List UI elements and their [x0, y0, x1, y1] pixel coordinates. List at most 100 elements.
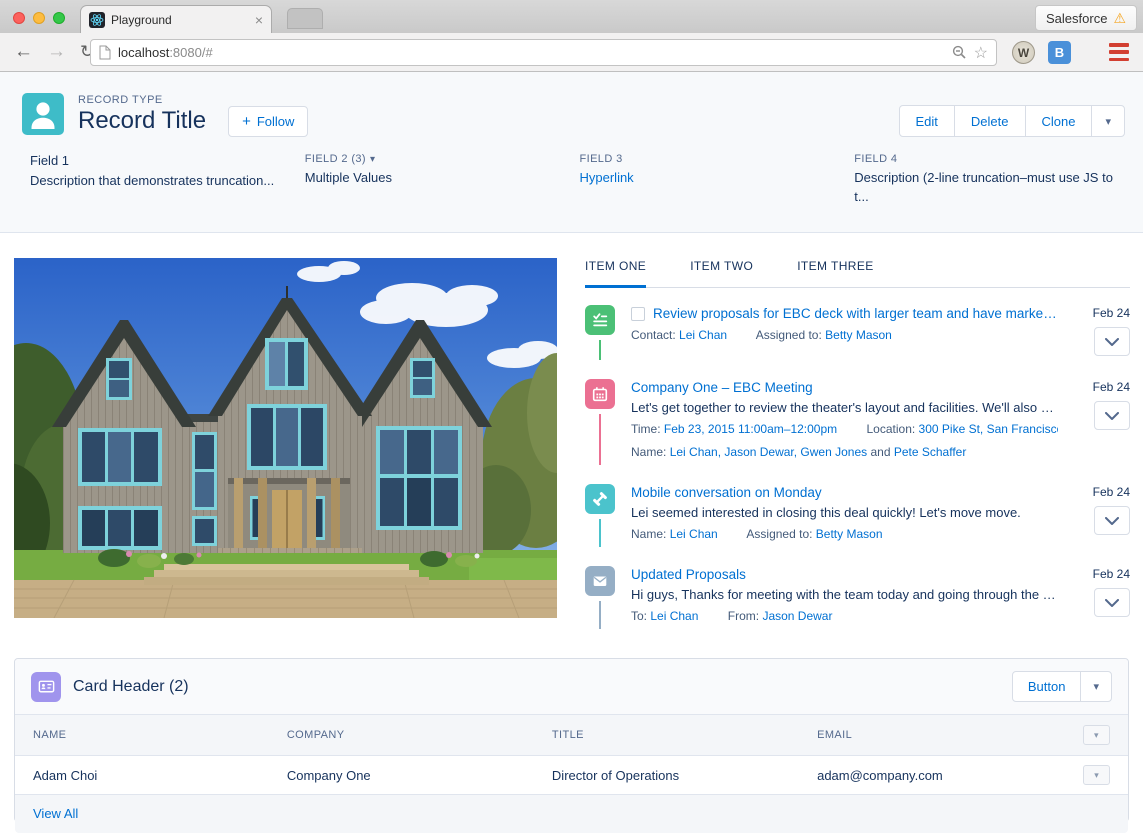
column-name[interactable]: NAME: [15, 715, 269, 756]
header-actions-button[interactable]: ▾: [1083, 725, 1110, 745]
react-favicon-icon: [89, 12, 105, 28]
field-1-label: Field 1: [30, 153, 289, 168]
field-3-label: FIELD 3: [580, 153, 839, 165]
bookmark-star-icon[interactable]: ☆: [974, 43, 988, 63]
chevron-down-icon: [1105, 599, 1119, 607]
edit-button[interactable]: Edit: [899, 105, 955, 137]
column-actions: ▾: [1065, 715, 1128, 756]
field-3: FIELD 3 Hyperlink: [580, 153, 839, 207]
field-3-value[interactable]: Hyperlink: [580, 169, 839, 188]
event-location-link[interactable]: 300 Pike St, San Francisco CA: [919, 422, 1058, 436]
event-icon: [585, 379, 615, 409]
task-title-link[interactable]: Review proposals for EBC deck with large…: [653, 306, 1058, 321]
related-list-card: Card Header (2) Button ▾ NAME COMPANY TI…: [14, 658, 1129, 822]
bookmark-label: Salesforce: [1046, 11, 1107, 26]
browser-tab-playground[interactable]: Playground ×: [80, 5, 272, 33]
table-row[interactable]: Adam Choi Company One Director of Operat…: [15, 756, 1128, 795]
contact-card-icon: [31, 672, 61, 702]
close-window-button[interactable]: [13, 12, 25, 24]
clone-button[interactable]: Clone: [1025, 105, 1093, 137]
chevron-down-icon: [1105, 412, 1119, 420]
forward-button[interactable]: →: [47, 41, 66, 63]
event-description: Let's get together to review the theater…: [631, 400, 1058, 415]
w-extension-icon[interactable]: W: [1012, 41, 1035, 64]
tab-item-one[interactable]: ITEM ONE: [585, 249, 646, 288]
field-2-value: Multiple Values: [305, 169, 564, 188]
field-4-label: FIELD 4: [854, 153, 1113, 165]
expand-item-button[interactable]: [1094, 506, 1130, 535]
page-icon: [99, 45, 111, 60]
attendee-link[interactable]: Pete Schaffer: [894, 445, 967, 459]
cell-name: Adam Choi: [15, 756, 269, 795]
column-title[interactable]: TITLE: [534, 715, 799, 756]
minimize-window-button[interactable]: [33, 12, 45, 24]
card-button[interactable]: Button: [1012, 671, 1082, 702]
sender-link[interactable]: Jason Dewar: [762, 609, 832, 623]
expand-item-button[interactable]: [1094, 327, 1130, 356]
contact-link[interactable]: Lei Chan: [679, 328, 727, 342]
tab-title: Playground: [111, 13, 249, 27]
inactive-tab-stub[interactable]: [287, 8, 323, 29]
delete-button[interactable]: Delete: [954, 105, 1026, 137]
expand-item-button[interactable]: [1094, 401, 1130, 430]
related-list-table: NAME COMPANY TITLE EMAIL ▾ Adam Choi Com…: [15, 714, 1128, 795]
assignee-link[interactable]: Betty Mason: [825, 328, 892, 342]
timeline-date: Feb 24: [1093, 485, 1130, 499]
task-icon: [585, 305, 615, 335]
email-title-link[interactable]: Updated Proposals: [631, 567, 746, 582]
browser-toolbar: ← → ↻ localhost:8080/# ☆ W B: [0, 33, 1143, 72]
tab-bar: ITEM ONE ITEM TWO ITEM THREE: [585, 249, 1130, 288]
card-action-group: Button ▾: [1013, 671, 1112, 702]
user-icon: [22, 93, 64, 135]
tab-item-three[interactable]: ITEM THREE: [797, 249, 873, 288]
contact-link[interactable]: Lei Chan: [670, 527, 718, 541]
timeline-date: Feb 24: [1093, 306, 1130, 320]
email-description: Hi guys, Thanks for meeting with the tea…: [631, 587, 1058, 602]
main-content: ITEM ONE ITEM TWO ITEM THREE: [0, 233, 1143, 658]
event-time-link[interactable]: Feb 23, 2015 11:00am–12:00pm: [664, 422, 837, 436]
url-text[interactable]: localhost:8080/#: [118, 45, 945, 60]
maximize-window-button[interactable]: [53, 12, 65, 24]
column-company[interactable]: COMPANY: [269, 715, 534, 756]
field-4: FIELD 4 Description (2-line truncation–m…: [854, 153, 1113, 207]
cell-company: Company One: [269, 756, 534, 795]
timeline-item-task: Review proposals for EBC deck with large…: [585, 305, 1130, 379]
browser-chrome: Playground × Salesforce ⚠ ← → ↻ localhos…: [0, 0, 1143, 72]
tab-item-two[interactable]: ITEM TWO: [690, 249, 753, 288]
tab-close-icon[interactable]: ×: [255, 13, 263, 27]
log-a-call-icon: [585, 484, 615, 514]
event-meta-row-1: Time: Feb 23, 2015 11:00am–12:00pm Locat…: [631, 420, 1058, 438]
expand-item-button[interactable]: [1094, 588, 1130, 617]
view-all-link[interactable]: View All: [33, 806, 78, 821]
card-more-button[interactable]: ▾: [1080, 671, 1112, 702]
b-extension-icon[interactable]: B: [1048, 41, 1071, 64]
url-bar[interactable]: localhost:8080/# ☆: [90, 39, 997, 66]
recipient-link[interactable]: Lei Chan: [650, 609, 698, 623]
back-button[interactable]: ←: [14, 41, 33, 63]
task-checkbox[interactable]: [631, 307, 645, 321]
attendees-link[interactable]: Lei Chan, Jason Dewar, Gwen Jones: [670, 445, 867, 459]
assignee-link[interactable]: Betty Mason: [816, 527, 883, 541]
call-description: Lei seemed interested in closing this de…: [631, 505, 1058, 520]
timeline-connector: [599, 601, 601, 629]
card-title: Card Header (2): [73, 678, 189, 696]
row-actions-button[interactable]: ▾: [1083, 765, 1110, 785]
event-title-link[interactable]: Company One – EBC Meeting: [631, 380, 813, 395]
timeline-connector: [599, 340, 601, 360]
call-title-link[interactable]: Mobile conversation on Monday: [631, 485, 822, 500]
field-2-label[interactable]: FIELD 2 (3)▾: [305, 153, 564, 165]
chevron-down-icon: ▾: [370, 154, 375, 165]
cell-actions: ▾: [1065, 756, 1128, 795]
more-actions-button[interactable]: ▾: [1091, 105, 1125, 137]
zoom-out-icon[interactable]: [952, 45, 967, 60]
browser-tabstrip: Playground × Salesforce ⚠: [0, 0, 1143, 33]
column-email[interactable]: EMAIL: [799, 715, 1065, 756]
follow-button[interactable]: + Follow: [228, 106, 308, 137]
browser-menu-icon[interactable]: [1109, 43, 1129, 61]
timeline-item-email: Updated Proposals Hi guys, Thanks for me…: [585, 566, 1130, 669]
follow-button-label: Follow: [257, 114, 295, 129]
salesforce-bookmark-button[interactable]: Salesforce ⚠: [1035, 5, 1137, 31]
cell-email: adam@company.com: [799, 756, 1065, 795]
url-host: localhost: [118, 45, 169, 60]
window-controls[interactable]: [13, 12, 65, 24]
